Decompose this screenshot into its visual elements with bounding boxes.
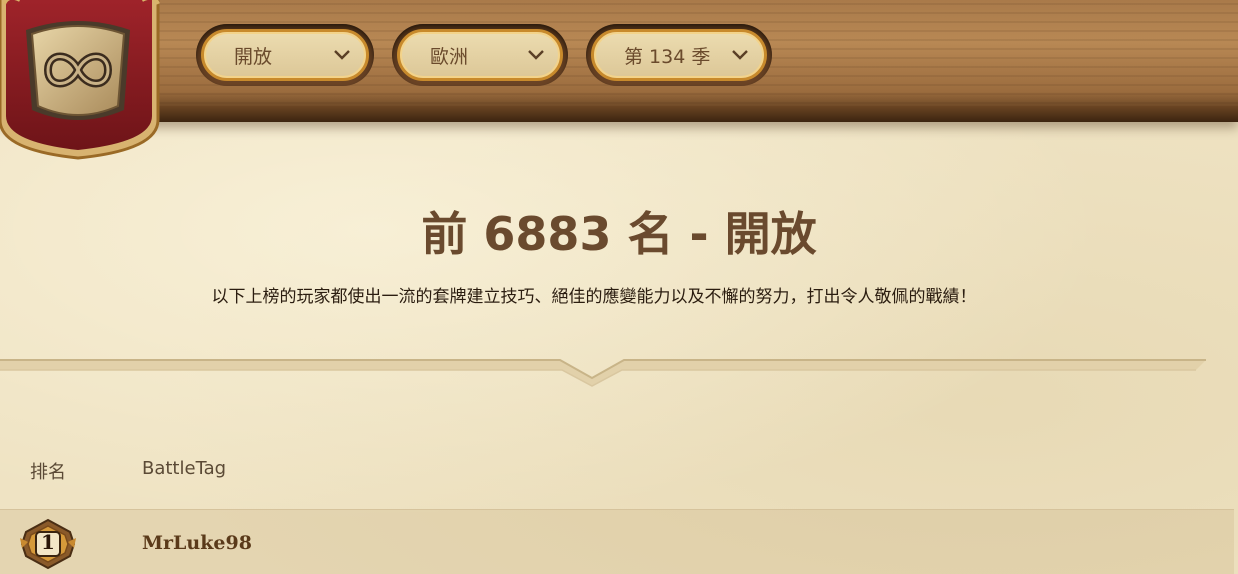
chevron-down-icon xyxy=(732,50,748,60)
table-row[interactable]: 1 MrLuke98 xyxy=(0,509,1234,574)
season-dropdown-label: 第 134 季 xyxy=(624,45,711,68)
chevron-down-icon xyxy=(334,50,350,60)
season-dropdown-frame: 第 134 季 xyxy=(586,24,772,86)
rank-medal-icon: 1 xyxy=(18,518,78,570)
filter-bar: 開放 歐洲 第 134 季 xyxy=(196,24,772,86)
battletag-name[interactable]: MrLuke98 xyxy=(142,532,252,554)
leaderboard-page: 開放 歐洲 第 134 季 前 6883 名 - 開放 以下上榜的玩家都使出一流… xyxy=(0,0,1238,574)
infinity-shield-icon[interactable] xyxy=(0,0,164,160)
mode-dropdown-label: 開放 xyxy=(234,45,273,68)
mode-dropdown[interactable]: 開放 xyxy=(201,29,369,81)
region-dropdown-label: 歐洲 xyxy=(430,45,469,68)
ornamental-divider xyxy=(0,359,1206,387)
rank-column-header[interactable]: 排名 xyxy=(30,458,66,484)
page-subtitle: 以下上榜的玩家都使出一流的套牌建立技巧、絕佳的應變能力以及不懈的努力，打出令人敬… xyxy=(211,287,977,307)
battletag-column-header[interactable]: BattleTag xyxy=(142,458,226,479)
chevron-down-icon xyxy=(528,50,544,60)
region-dropdown[interactable]: 歐洲 xyxy=(397,29,563,81)
page-title: 前 6883 名 - 開放 xyxy=(421,207,817,261)
region-dropdown-frame: 歐洲 xyxy=(392,24,568,86)
mode-dropdown-frame: 開放 xyxy=(196,24,374,86)
season-dropdown[interactable]: 第 134 季 xyxy=(591,29,767,81)
rank-number: 1 xyxy=(41,530,55,554)
